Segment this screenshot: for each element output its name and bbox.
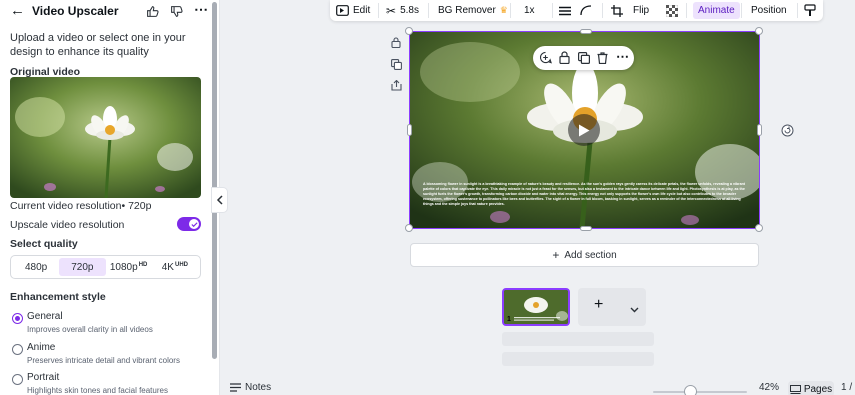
corner-rounding-icon[interactable] bbox=[580, 0, 592, 21]
quality-option-4k[interactable]: 4K UHD bbox=[152, 258, 198, 276]
select-quality-heading: Select quality bbox=[10, 238, 78, 250]
resize-handle-right[interactable] bbox=[757, 124, 762, 136]
animate-button[interactable]: Animate bbox=[693, 2, 740, 19]
zoom-slider-track[interactable] bbox=[653, 391, 747, 393]
video-upscaler-panel: ← Video Upscaler ⋯ Upload a video or sel… bbox=[0, 0, 220, 395]
quality-selector: 480p 720p 1080p HD 4K UHD bbox=[10, 255, 201, 279]
bg-remover-button[interactable]: BG Remover ♛ bbox=[438, 0, 508, 21]
crown-icon: ♛ bbox=[499, 5, 508, 15]
pages-button[interactable]: Pages bbox=[788, 381, 834, 395]
duplicate-icon[interactable] bbox=[390, 58, 402, 70]
rotate-icon[interactable] bbox=[780, 123, 794, 137]
play-button[interactable] bbox=[568, 114, 600, 146]
quality-option-720p[interactable]: 720p bbox=[59, 258, 106, 276]
video-caption-text[interactable]: A blossoming flower in sunlight is a bre… bbox=[423, 182, 748, 207]
loading-placeholder bbox=[502, 332, 654, 346]
hd-badge: HD bbox=[138, 262, 148, 268]
border-style-icon[interactable] bbox=[559, 0, 571, 21]
quality-option-480p[interactable]: 480p bbox=[13, 258, 59, 276]
back-arrow-icon[interactable]: ← bbox=[10, 3, 25, 19]
radio-unselected[interactable] bbox=[12, 374, 23, 385]
element-quick-actions: ⋯ bbox=[533, 46, 634, 70]
zoom-level[interactable]: 42% bbox=[759, 379, 779, 395]
resize-handle-left[interactable] bbox=[407, 124, 412, 136]
crop-icon[interactable] bbox=[611, 0, 623, 21]
check-icon bbox=[189, 219, 199, 229]
quality-option-1080p[interactable]: 1080p HD bbox=[106, 258, 152, 276]
resize-handle-top[interactable] bbox=[580, 29, 592, 34]
trim-button[interactable]: ✂ 5.8s bbox=[386, 0, 419, 21]
panel-scrollbar[interactable] bbox=[212, 2, 217, 359]
panel-description: Upload a video or select one in your des… bbox=[10, 32, 186, 58]
page-thumbnail[interactable]: 1 bbox=[502, 288, 570, 326]
current-resolution: Current video resolution• 720p bbox=[10, 200, 152, 212]
flip-button[interactable]: Flip bbox=[633, 0, 649, 21]
add-page-button[interactable]: + bbox=[578, 288, 646, 326]
video-edit-icon bbox=[336, 5, 349, 16]
play-icon bbox=[579, 124, 590, 136]
radio-unselected[interactable] bbox=[12, 344, 23, 355]
upscale-label: Upscale video resolution bbox=[10, 219, 125, 231]
comment-add-icon[interactable] bbox=[538, 50, 553, 65]
plus-icon: + bbox=[594, 296, 604, 313]
plus-icon: + bbox=[552, 248, 560, 262]
speed-button[interactable]: 1x bbox=[524, 0, 535, 21]
position-button[interactable]: Position bbox=[751, 0, 787, 21]
add-section-button[interactable]: + Add section bbox=[410, 243, 759, 267]
trash-icon[interactable] bbox=[595, 50, 610, 65]
resize-handle-top-right[interactable] bbox=[755, 27, 763, 35]
duplicate-icon[interactable] bbox=[576, 50, 591, 65]
loading-placeholder bbox=[502, 352, 654, 366]
uhd-badge: UHD bbox=[174, 262, 188, 268]
original-video-thumbnail[interactable] bbox=[10, 77, 201, 198]
resize-handle-top-left[interactable] bbox=[405, 27, 413, 35]
notes-button[interactable]: Notes bbox=[230, 379, 271, 395]
lock-icon[interactable] bbox=[557, 50, 572, 65]
transparency-icon[interactable] bbox=[666, 0, 678, 21]
lock-icon[interactable] bbox=[390, 36, 402, 48]
resize-handle-bottom-right[interactable] bbox=[755, 224, 763, 232]
share-icon[interactable] bbox=[390, 79, 402, 91]
chevron-down-icon[interactable] bbox=[630, 302, 639, 316]
collapse-panel-button[interactable] bbox=[211, 187, 228, 213]
copy-style-icon[interactable] bbox=[804, 0, 816, 21]
more-options-icon[interactable]: ⋯ bbox=[615, 49, 630, 64]
more-options-icon[interactable]: ⋯ bbox=[193, 1, 209, 17]
zoom-slider-handle[interactable] bbox=[684, 385, 697, 395]
pages-icon bbox=[789, 384, 801, 394]
enhancement-style-heading: Enhancement style bbox=[10, 291, 106, 303]
resize-handle-bottom[interactable] bbox=[580, 226, 592, 231]
edit-button[interactable]: Edit bbox=[336, 0, 370, 21]
radio-selected[interactable] bbox=[12, 313, 23, 324]
resize-handle-bottom-left[interactable] bbox=[405, 224, 413, 232]
thumbs-up-icon[interactable] bbox=[144, 3, 160, 19]
notes-icon bbox=[230, 382, 241, 392]
panel-title: Video Upscaler bbox=[32, 4, 119, 18]
upscale-toggle[interactable] bbox=[177, 217, 201, 231]
page-number: 1 bbox=[507, 316, 511, 323]
thumbs-down-icon[interactable] bbox=[168, 3, 184, 19]
element-toolbar: Edit ✂ 5.8s BG Remover ♛ 1x Flip Animate… bbox=[330, 0, 823, 21]
page-indicator[interactable]: 1 / bbox=[841, 379, 852, 395]
scissors-icon: ✂ bbox=[386, 3, 397, 18]
